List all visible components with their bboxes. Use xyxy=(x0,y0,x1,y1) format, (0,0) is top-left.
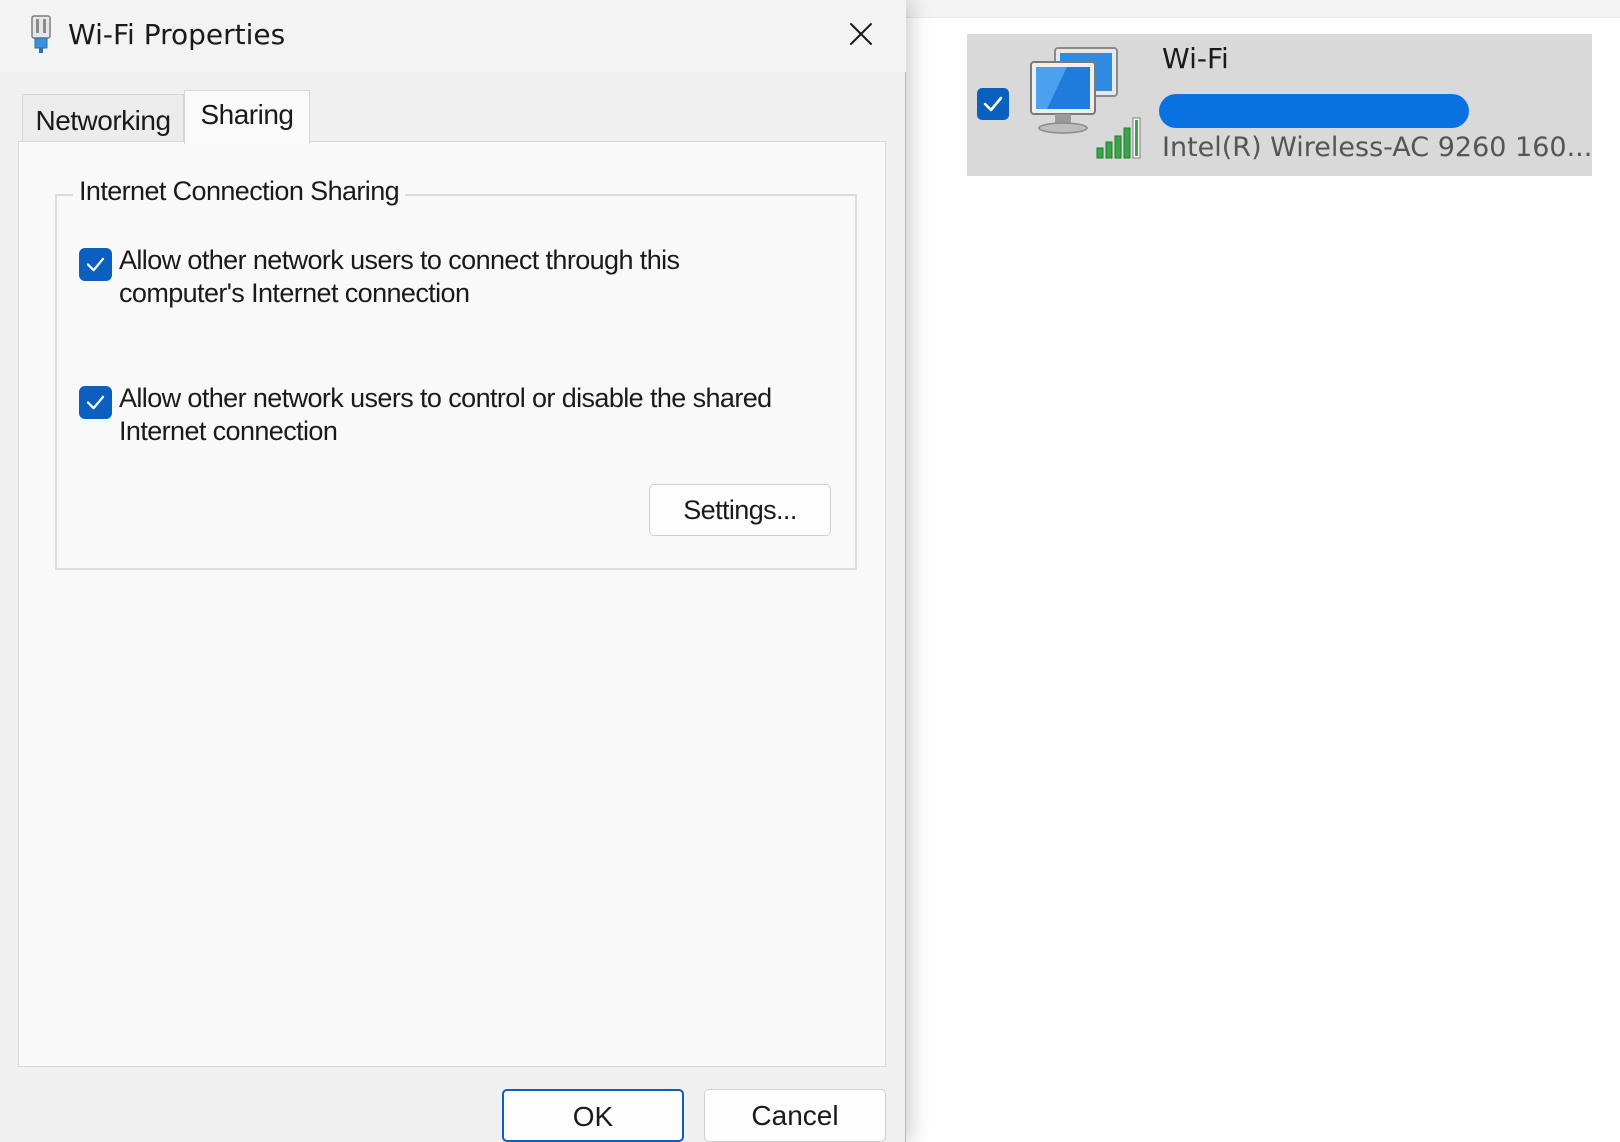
network-adapter-icon xyxy=(31,15,51,53)
tab-networking[interactable]: Networking xyxy=(22,94,184,142)
close-button[interactable] xyxy=(835,12,885,56)
cancel-button[interactable]: Cancel xyxy=(704,1089,886,1142)
allow-control-checkbox[interactable] xyxy=(79,386,112,419)
group-title: Internet Connection Sharing xyxy=(73,176,406,207)
checkmark-icon xyxy=(86,257,105,272)
settings-button[interactable]: Settings... xyxy=(649,484,831,536)
internet-connection-sharing-group: Internet Connection Sharing Allow other … xyxy=(55,176,857,570)
allow-connect-label: Allow other network users to connect thr… xyxy=(119,245,680,308)
wifi-properties-dialog: Wi-Fi Properties Networking Sharing Inte… xyxy=(0,0,906,1142)
checkmark-icon xyxy=(86,395,105,410)
dialog-titlebar[interactable]: Wi-Fi Properties xyxy=(0,0,906,72)
wifi-adapter-item[interactable]: Wi-Fi Intel(R) Wireless-AC 9260 160... xyxy=(967,34,1592,176)
redacted-network-name xyxy=(1159,94,1469,128)
window-toolbar-strip xyxy=(900,0,1620,18)
ok-button[interactable]: OK xyxy=(502,1089,684,1142)
tab-sharing[interactable]: Sharing xyxy=(184,90,310,144)
close-icon xyxy=(850,23,872,45)
signal-strength-icon xyxy=(1096,117,1141,159)
checkmark-icon xyxy=(983,96,1003,112)
adapter-device-name: Intel(R) Wireless-AC 9260 160... xyxy=(1162,132,1593,163)
adapter-name: Wi-Fi xyxy=(1162,42,1229,75)
allow-control-label: Allow other network users to control or … xyxy=(119,383,772,446)
sharing-tab-panel: Internet Connection Sharing Allow other … xyxy=(18,141,886,1067)
allow-connect-checkbox[interactable] xyxy=(79,248,112,281)
network-computers-icon xyxy=(1030,47,1141,159)
adapter-select-checkbox[interactable] xyxy=(977,88,1009,120)
dialog-title: Wi-Fi Properties xyxy=(68,18,286,51)
